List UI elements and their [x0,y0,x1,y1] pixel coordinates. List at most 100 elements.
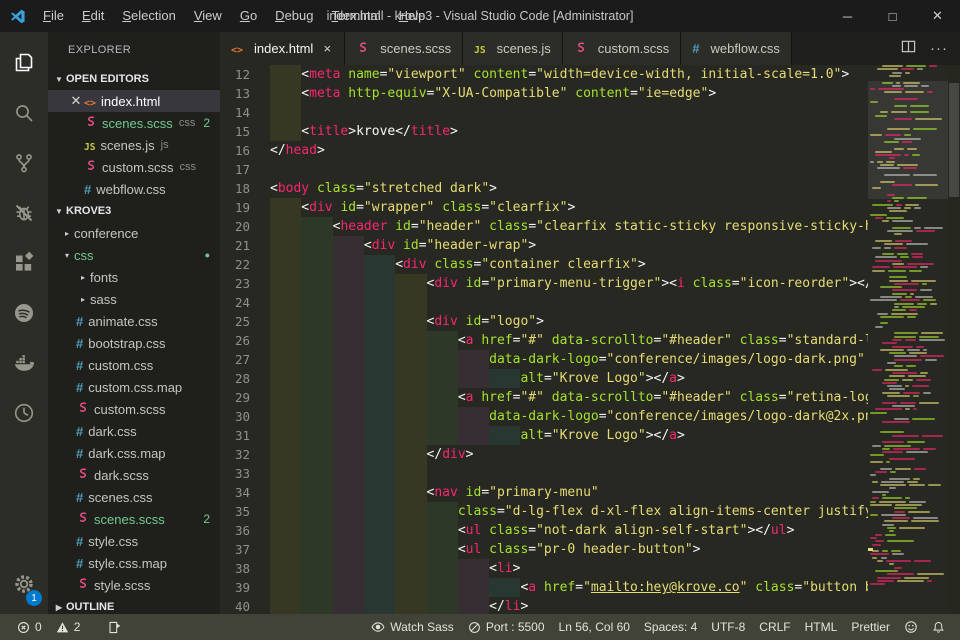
minimap-mark [875,115,887,117]
minimap-mark [894,359,922,361]
minimap-mark [905,339,916,341]
menu-go[interactable]: Go [231,0,266,32]
minimap-mark [915,296,933,298]
minimap-mark [892,405,916,407]
minimap-mark [875,217,883,219]
tree-item-conference[interactable]: ▸conference [48,222,220,244]
warning-triangle-status-item[interactable]: 2 [49,614,88,640]
tree-item-scenes.css[interactable]: #scenes.css [48,486,220,508]
minimap-mark [877,580,894,582]
open-editor-webflow.css[interactable]: #webflow.css [48,178,220,200]
settings-gear-icon[interactable]: 1 [0,562,48,606]
code-text: <header id="header" class="clearfix stat… [270,217,868,236]
minimap-mark [901,68,914,70]
tree-item-fonts[interactable]: ▸fonts [48,266,220,288]
line-number: 25 [220,312,266,331]
code-line: 24 [220,293,868,312]
tree-item-style.css[interactable]: #style.css [48,530,220,552]
editor-actions: ··· [901,32,960,65]
menu-file[interactable]: File [34,0,73,32]
minimap-mark [875,256,897,258]
minimap-mark [887,540,914,542]
eye-status-item[interactable]: Watch Sass [364,614,461,640]
scrollbar[interactable] [948,65,960,614]
minimap-mark [911,280,936,282]
tab-index.html[interactable]: <>index.html× [220,32,345,65]
tab-label: index.html [254,41,313,56]
tree-item-custom.css.map[interactable]: #custom.css.map [48,376,220,398]
tree-item-css[interactable]: ▾css● [48,244,220,266]
debug-icon[interactable] [0,188,48,238]
titlebar: FileEditSelectionViewGoDebugTerminalHelp… [0,0,960,32]
open-editors-header[interactable]: ▼ OPEN EDITORS [48,68,220,90]
menubar: FileEditSelectionViewGoDebugTerminalHelp [34,0,434,32]
split-editor-icon[interactable] [901,39,916,59]
maximize-button[interactable]: □ [870,0,915,32]
outline-header[interactable]: ▶ OUTLINE [48,596,220,614]
minimap-mark [892,309,906,311]
minimap[interactable] [868,65,948,614]
tree-item-custom.css[interactable]: #custom.css [48,354,220,376]
circle-slash-status-item[interactable]: Port : 5500 [461,614,552,640]
open-editor-custom.scss[interactable]: custom.scsscss [48,156,220,178]
tree-item-dark.scss[interactable]: dark.scss [48,464,220,486]
files-icon[interactable] [0,38,48,88]
menu-terminal[interactable]: Terminal [322,0,389,32]
status-status-item[interactable]: CRLF [752,614,797,640]
search-icon[interactable] [0,88,48,138]
tree-item-style.scss[interactable]: style.scss [48,574,220,596]
source-control-icon[interactable] [0,138,48,188]
smiley-status-item[interactable] [897,614,925,640]
code-editor[interactable]: 12<meta name="viewport" content="width=d… [220,65,960,614]
status-status-item[interactable]: Spaces: 4 [637,614,704,640]
error-circle-status-item[interactable]: 0 [10,614,49,640]
open-editor-index.html[interactable]: ✕<>index.html [48,90,220,112]
status-status-item[interactable]: UTF-8 [704,614,752,640]
status-status-item[interactable]: Prettier [844,614,897,640]
bell-status-item[interactable] [925,614,952,640]
extensions-icon[interactable] [0,238,48,288]
tab-scenes.js[interactable]: JSscenes.js [463,32,563,65]
menu-edit[interactable]: Edit [73,0,113,32]
minimap-mark [914,560,931,562]
more-actions-icon[interactable]: ··· [930,40,948,57]
code-text: </div> [270,445,868,464]
minimap-mark [894,365,903,367]
status-status-item[interactable]: Ln 56, Col 60 [552,614,637,640]
tree-item-dark.css[interactable]: #dark.css [48,420,220,442]
tree-item-scenes.scss[interactable]: scenes.scss2 [48,508,220,530]
minimize-button[interactable]: ─ [825,0,870,32]
door-status-item[interactable] [101,614,128,640]
menu-debug[interactable]: Debug [266,0,322,32]
tree-item-bootstrap.css[interactable]: #bootstrap.css [48,332,220,354]
tab-webflow.css[interactable]: #webflow.css [681,32,792,65]
close-icon[interactable]: × [321,41,333,56]
minimap-mark [889,75,901,77]
open-editor-scenes.js[interactable]: JSscenes.jsjs [48,134,220,156]
line-number: 35 [220,502,266,521]
tree-item-dark.css.map[interactable]: #dark.css.map [48,442,220,464]
scrollbar-thumb[interactable] [949,83,959,197]
minimap-mark [882,220,889,222]
tab-scenes.scss[interactable]: scenes.scss [345,32,463,65]
activity-bar: 1 [0,32,48,614]
menu-selection[interactable]: Selection [113,0,184,32]
tree-item-style.css.map[interactable]: #style.css.map [48,552,220,574]
minimap-mark [899,527,925,529]
tree-item-custom.scss[interactable]: custom.scss [48,398,220,420]
menu-view[interactable]: View [185,0,231,32]
minimap-mark [894,247,907,249]
menu-help[interactable]: Help [390,0,435,32]
spotify-icon[interactable] [0,288,48,338]
open-editor-scenes.scss[interactable]: scenes.scsscss2 [48,112,220,134]
tree-item-sass[interactable]: ▸sass [48,288,220,310]
close-icon[interactable]: ✕ [68,93,84,109]
status-status-item[interactable]: HTML [798,614,845,640]
tree-item-animate.css[interactable]: #animate.css [48,310,220,332]
folder-root-header[interactable]: ▼ KROVE3 [48,200,220,222]
minimap-mark [894,306,899,308]
docker-icon[interactable] [0,338,48,388]
clock-icon[interactable] [0,388,48,438]
close-button[interactable]: ✕ [915,0,960,32]
tab-custom.scss[interactable]: custom.scss [563,32,682,65]
